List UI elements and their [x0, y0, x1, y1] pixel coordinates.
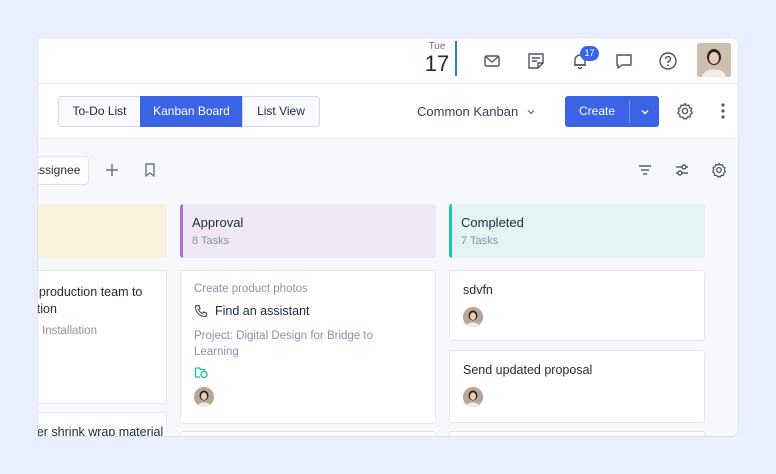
- assignee-filter[interactable]: Assignee: [38, 156, 89, 185]
- assignee-avatar[interactable]: [194, 387, 214, 407]
- sort-icon[interactable]: [633, 158, 657, 182]
- settings-gear-icon[interactable]: [672, 98, 698, 124]
- create-dropdown-icon[interactable]: [630, 96, 659, 127]
- task-card[interactable]: Send updated proposal: [449, 350, 705, 423]
- task-card[interactable]: [180, 431, 436, 436]
- board-select[interactable]: Common Kanban: [417, 104, 536, 119]
- notes-icon[interactable]: [523, 48, 549, 74]
- column-task-count: 8 Tasks: [192, 235, 230, 247]
- column-task-count: 7 Tasks: [461, 235, 499, 247]
- date-widget[interactable]: Tue 17: [422, 41, 452, 76]
- date-divider: [455, 41, 457, 76]
- top-header: Tue 17 17: [38, 38, 738, 84]
- column-accent-bar: [180, 204, 183, 258]
- card-title: Send updated proposal: [463, 363, 593, 377]
- column-title: Completed: [461, 215, 524, 230]
- bookmark-icon[interactable]: [138, 158, 162, 182]
- mail-icon[interactable]: [479, 48, 505, 74]
- board-settings-icon[interactable]: [707, 158, 731, 182]
- assignee-avatar[interactable]: [463, 387, 483, 407]
- tab-list-view[interactable]: List View: [242, 96, 320, 127]
- card-project: Project: Digital Design for Bridge to Le…: [194, 330, 373, 358]
- column-title: Approval: [192, 215, 244, 230]
- notification-badge: 17: [580, 46, 599, 61]
- filter-sliders-icon[interactable]: [670, 158, 694, 182]
- task-card[interactable]: sdvfn: [449, 270, 705, 341]
- card-title: sdvfn: [463, 283, 493, 297]
- recurring-task-icon: [194, 365, 209, 384]
- more-options-icon[interactable]: [710, 98, 736, 124]
- task-card[interactable]: Order shrink wrap material: [37, 412, 167, 437]
- task-card[interactable]: [449, 431, 705, 436]
- board-select-label: Common Kanban: [417, 104, 519, 119]
- tab-todo-list[interactable]: To-Do List: [58, 96, 141, 127]
- column-header-partial[interactable]: [38, 204, 167, 258]
- create-button-label: Create: [578, 104, 616, 118]
- card-clip: Assign the production team to the instal…: [37, 271, 189, 405]
- assignee-avatar[interactable]: [463, 307, 483, 327]
- add-filter-icon[interactable]: [100, 158, 124, 182]
- card-title: Assign the production team to the instal…: [37, 285, 143, 316]
- phone-icon: [194, 304, 208, 323]
- card-parent-task: Create product photos: [194, 283, 308, 295]
- task-card[interactable]: Assign the production team to the instal…: [38, 270, 167, 404]
- card-subtitle: Installation: [42, 325, 97, 337]
- app-window: Tue 17 17 To-Do List Kanban Board List V…: [37, 37, 739, 437]
- date-day: 17: [424, 51, 450, 76]
- user-avatar[interactable]: [697, 43, 731, 77]
- card-title: Find an assistant: [215, 304, 310, 318]
- column-accent-bar: [449, 204, 452, 258]
- help-icon[interactable]: [655, 48, 681, 74]
- column-header-completed[interactable]: Completed 7 Tasks: [449, 204, 705, 258]
- create-button[interactable]: Create: [565, 96, 659, 127]
- view-toolbar: To-Do List Kanban Board List View Common…: [38, 85, 738, 139]
- column-header-approval[interactable]: Approval 8 Tasks: [180, 204, 436, 258]
- chevron-down-icon: [527, 109, 535, 114]
- chat-icon[interactable]: [611, 48, 637, 74]
- tab-kanban-board[interactable]: Kanban Board: [140, 96, 243, 127]
- task-card[interactable]: Create product photos Find an assistant …: [180, 270, 436, 424]
- card-title: Order shrink wrap material: [37, 425, 164, 437]
